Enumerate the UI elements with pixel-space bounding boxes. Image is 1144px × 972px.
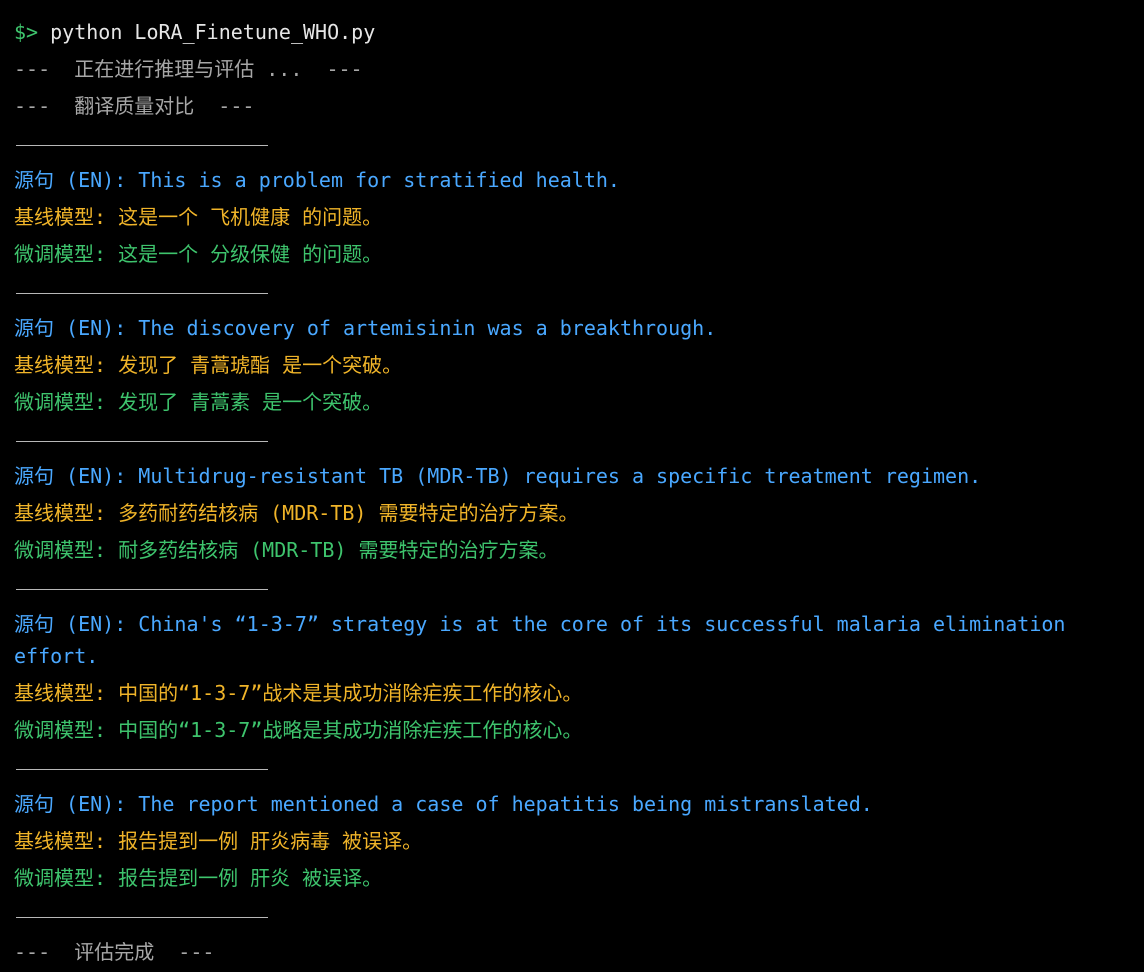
source-label: 源句 (EN): <box>14 792 139 816</box>
finetuned-label: 微调模型: <box>14 718 119 742</box>
command-text: python LoRA_Finetune_WHO.py <box>50 20 376 44</box>
source-line: 源句 (EN): This is a problem for stratifie… <box>14 162 1136 199</box>
source-label: 源句 (EN): <box>14 464 139 488</box>
baseline-label: 基线模型: <box>14 681 119 705</box>
source-text: The report mentioned a case of hepatitis… <box>138 792 873 816</box>
source-text: This is a problem for stratified health. <box>138 168 620 192</box>
finetuned-label: 微调模型: <box>14 390 119 414</box>
source-label: 源句 (EN): <box>14 316 139 340</box>
baseline-line: 基线模型: 中国的“1-3-7”战术是其成功消除疟疾工作的核心。 <box>14 675 1136 712</box>
command-line: $> python LoRA_Finetune_WHO.py <box>14 14 1136 51</box>
source-line: 源句 (EN): Multidrug-resistant TB (MDR-TB)… <box>14 458 1136 495</box>
baseline-line: 基线模型: 发现了 青蒿琥酯 是一个突破。 <box>14 347 1136 384</box>
finetuned-line: 微调模型: 报告提到一例 肝炎 被误译。 <box>14 860 1136 897</box>
separator-line <box>14 897 1136 934</box>
finetuned-text: 报告提到一例 肝炎 被误译。 <box>118 866 383 890</box>
finetuned-line: 微调模型: 中国的“1-3-7”战略是其成功消除疟疾工作的核心。 <box>14 712 1136 749</box>
baseline-label: 基线模型: <box>14 501 119 525</box>
status-start-line: --- 正在进行推理与评估 ... --- <box>14 57 363 81</box>
evaluation-complete-line: --- 评估完成 --- <box>14 940 215 964</box>
separator-line <box>14 569 1136 606</box>
separator-line <box>14 273 1136 310</box>
source-line: 源句 (EN): China's “1-3-7” strategy is at … <box>14 606 1136 675</box>
baseline-label: 基线模型: <box>14 353 119 377</box>
finetuned-line: 微调模型: 这是一个 分级保健 的问题。 <box>14 236 1136 273</box>
source-line: 源句 (EN): The discovery of artemisinin wa… <box>14 310 1136 347</box>
comparison-header-line: --- 翻译质量对比 --- <box>14 94 255 118</box>
baseline-line: 基线模型: 报告提到一例 肝炎病毒 被误译。 <box>14 823 1136 860</box>
finetuned-line: 微调模型: 耐多药结核病 (MDR-TB) 需要特定的治疗方案。 <box>14 532 1136 569</box>
source-text: China's “1-3-7” strategy is at the core … <box>14 612 1078 668</box>
finetuned-label: 微调模型: <box>14 242 119 266</box>
baseline-line: 基线模型: 多药耐药结核病 (MDR-TB) 需要特定的治疗方案。 <box>14 495 1136 532</box>
baseline-text: 中国的“1-3-7”战术是其成功消除疟疾工作的核心。 <box>118 681 583 705</box>
baseline-text: 报告提到一例 肝炎病毒 被误译。 <box>118 829 423 853</box>
source-label: 源句 (EN): <box>14 168 139 192</box>
source-label: 源句 (EN): <box>14 612 139 636</box>
finetuned-text: 发现了 青蒿素 是一个突破。 <box>118 390 383 414</box>
finetuned-text: 中国的“1-3-7”战略是其成功消除疟疾工作的核心。 <box>118 718 583 742</box>
finetuned-text: 这是一个 分级保健 的问题。 <box>118 242 383 266</box>
source-text: The discovery of artemisinin was a break… <box>138 316 717 340</box>
prompt-symbol: $> <box>14 20 39 44</box>
finetuned-label: 微调模型: <box>14 866 119 890</box>
baseline-label: 基线模型: <box>14 829 119 853</box>
source-text: Multidrug-resistant TB (MDR-TB) requires… <box>138 464 982 488</box>
baseline-text: 发现了 青蒿琥酯 是一个突破。 <box>118 353 403 377</box>
finetuned-label: 微调模型: <box>14 538 119 562</box>
source-line: 源句 (EN): The report mentioned a case of … <box>14 786 1136 823</box>
baseline-line: 基线模型: 这是一个 飞机健康 的问题。 <box>14 199 1136 236</box>
separator-line <box>14 125 1136 162</box>
terminal-output: $> python LoRA_Finetune_WHO.py --- 正在进行推… <box>14 14 1136 971</box>
separator-line <box>14 749 1136 786</box>
baseline-text: 多药耐药结核病 (MDR-TB) 需要特定的治疗方案。 <box>118 501 579 525</box>
finetuned-text: 耐多药结核病 (MDR-TB) 需要特定的治疗方案。 <box>118 538 559 562</box>
baseline-label: 基线模型: <box>14 205 119 229</box>
baseline-text: 这是一个 飞机健康 的问题。 <box>118 205 383 229</box>
separator-line <box>14 421 1136 458</box>
finetuned-line: 微调模型: 发现了 青蒿素 是一个突破。 <box>14 384 1136 421</box>
